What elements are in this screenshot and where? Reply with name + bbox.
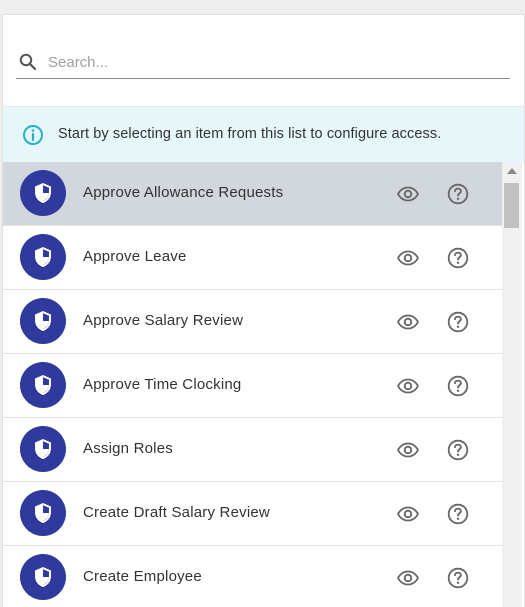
help-circle-icon[interactable]	[446, 246, 470, 270]
list-item[interactable]: Approve Time Clocking	[3, 354, 502, 418]
scroll-up-arrow-icon[interactable]	[507, 168, 517, 174]
list-item-label: Approve Allowance Requests	[83, 184, 284, 201]
access-list-panel: Start by selecting an item from this lis…	[2, 14, 525, 607]
eye-icon[interactable]	[396, 182, 420, 206]
list-item[interactable]: Approve Allowance Requests	[3, 162, 502, 226]
scrollbar[interactable]	[502, 162, 522, 607]
eye-icon[interactable]	[396, 310, 420, 334]
eye-icon[interactable]	[396, 502, 420, 526]
help-circle-icon[interactable]	[446, 374, 470, 398]
help-circle-icon[interactable]	[446, 182, 470, 206]
list-item[interactable]: Approve Salary Review	[3, 290, 502, 354]
list-item-label: Approve Salary Review	[83, 312, 244, 329]
list-item-label: Create Employee	[83, 568, 202, 585]
avatar	[20, 234, 66, 280]
search-bar	[16, 48, 510, 79]
avatar	[20, 554, 66, 600]
help-circle-icon[interactable]	[446, 566, 470, 590]
avatar	[20, 170, 66, 216]
list-item[interactable]: Assign Roles	[3, 418, 502, 482]
eye-icon[interactable]	[396, 438, 420, 462]
eye-icon[interactable]	[396, 374, 420, 398]
list-item[interactable]: Create Employee	[3, 546, 502, 607]
info-banner: Start by selecting an item from this lis…	[3, 106, 524, 162]
list-item-label: Assign Roles	[83, 440, 173, 457]
search-input[interactable]	[48, 50, 503, 74]
avatar	[20, 490, 66, 536]
eye-icon[interactable]	[396, 566, 420, 590]
avatar	[20, 362, 66, 408]
info-icon	[22, 124, 44, 146]
list-item-label: Create Draft Salary Review	[83, 504, 270, 521]
list-item-label: Approve Time Clocking	[83, 376, 242, 393]
list-item-label: Approve Leave	[83, 248, 187, 265]
list-item[interactable]: Create Draft Salary Review	[3, 482, 502, 546]
search-icon	[19, 53, 37, 71]
info-banner-text: Start by selecting an item from this lis…	[58, 126, 442, 142]
help-circle-icon[interactable]	[446, 438, 470, 462]
avatar	[20, 426, 66, 472]
scrollbar-thumb[interactable]	[504, 183, 519, 228]
list-item[interactable]: Approve Leave	[3, 226, 502, 290]
avatar	[20, 298, 66, 344]
permission-list: Approve Allowance Requests Approve Leave A…	[3, 162, 502, 607]
help-circle-icon[interactable]	[446, 502, 470, 526]
eye-icon[interactable]	[396, 246, 420, 270]
help-circle-icon[interactable]	[446, 310, 470, 334]
